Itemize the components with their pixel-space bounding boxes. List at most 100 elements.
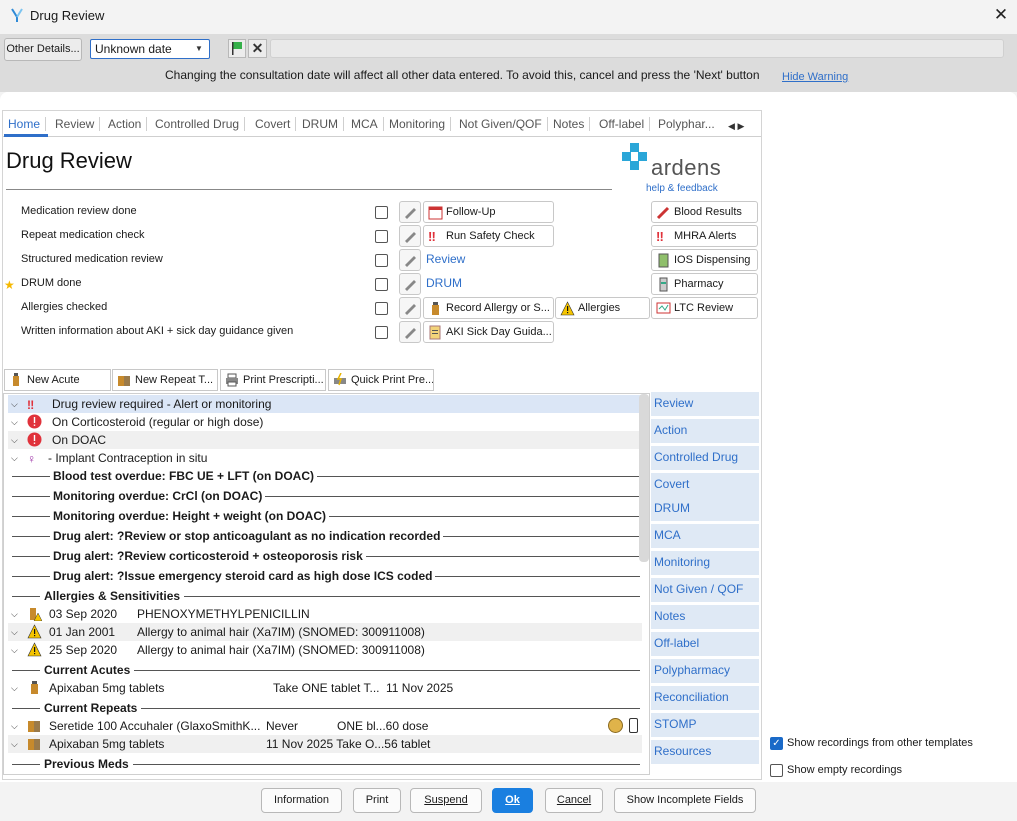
list-item[interactable]: ⌵ Apixaban 5mg tablets Take ONE tablet T..… xyxy=(8,679,642,697)
side-nav-notes[interactable]: Notes xyxy=(651,605,759,629)
date-text-field[interactable] xyxy=(270,39,1004,58)
chevron-down-icon[interactable]: ⌵ xyxy=(11,413,18,431)
list-item[interactable]: ⌵ 25 Sep 2020 Allergy to animal hair (Xa7I… xyxy=(8,641,642,659)
side-nav-action[interactable]: Action xyxy=(651,419,759,443)
cancel-button[interactable]: Cancel xyxy=(545,788,603,813)
mhra-alerts-button[interactable]: ‼ MHRA Alerts xyxy=(651,225,758,247)
list-item[interactable]: ⌵ On DOAC xyxy=(8,431,642,449)
chevron-down-icon[interactable]: ⌵ xyxy=(11,717,18,735)
cancel-date-icon[interactable]: ✕ xyxy=(248,39,267,58)
flag-icon[interactable] xyxy=(228,39,246,58)
chevron-down-icon[interactable]: ⌵ xyxy=(11,679,18,697)
pencil-icon[interactable] xyxy=(399,225,421,247)
print-button[interactable]: Print xyxy=(353,788,401,813)
tab-off-label[interactable]: Off-label xyxy=(599,117,651,131)
alert-row[interactable]: Monitoring overdue: CrCl (on DOAC) xyxy=(50,487,266,505)
chevron-down-icon[interactable]: ⌵ xyxy=(11,641,18,659)
alert-row[interactable]: Drug alert: ?Review corticosteroid + ost… xyxy=(50,547,366,565)
side-nav-off-label[interactable]: Off-label xyxy=(651,632,759,656)
blood-results-button[interactable]: Blood Results xyxy=(651,201,758,223)
record-allergy-button[interactable]: Record Allergy or S... xyxy=(423,297,554,319)
pencil-icon[interactable] xyxy=(399,201,421,223)
allergies-button[interactable]: Allergies xyxy=(555,297,650,319)
side-nav-review[interactable]: Review xyxy=(651,392,759,416)
chevron-down-icon[interactable]: ⌵ xyxy=(11,431,18,449)
tab-scroll-arrows[interactable]: ◀ ▶ xyxy=(728,121,760,135)
print-prescription-button[interactable]: Print Prescripti... xyxy=(220,369,326,391)
side-nav-not-given-qof[interactable]: Not Given / QOF xyxy=(651,578,759,602)
ios-dispensing-button[interactable]: IOS Dispensing xyxy=(651,249,758,271)
aki-sick-day-button[interactable]: AKI Sick Day Guida... xyxy=(423,321,554,343)
chevron-down-icon[interactable]: ⌵ xyxy=(11,395,18,413)
new-acute-button[interactable]: New Acute xyxy=(4,369,111,391)
list-item[interactable]: ⌵ ♀ - Implant Contraception in situ xyxy=(8,449,642,467)
tab-review[interactable]: Review xyxy=(55,117,101,131)
follow-up-button[interactable]: Follow-Up xyxy=(423,201,554,223)
chevron-down-icon[interactable]: ⌵ xyxy=(11,449,18,467)
list-item[interactable]: ⌵ On Corticosteroid (regular or high dose… xyxy=(8,413,642,431)
side-nav-stomp[interactable]: STOMP xyxy=(651,713,759,737)
list-item[interactable]: ⌵ Apixaban 5mg tablets 11 Nov 2025 Take O.… xyxy=(8,735,642,753)
chevron-left-icon[interactable]: ◀ xyxy=(728,121,735,131)
side-nav-polypharmacy[interactable]: Polypharmacy xyxy=(651,659,759,683)
side-nav-resources[interactable]: Resources xyxy=(651,740,759,764)
side-nav-reconciliation[interactable]: Reconciliation xyxy=(651,686,759,710)
hide-warning-link[interactable]: Hide Warning xyxy=(782,71,848,83)
list-item[interactable]: ⌵ Seretide 100 Accuhaler (GlaxoSmithK... N… xyxy=(8,717,642,735)
tab-polypharmacy[interactable]: Polyphar... xyxy=(658,117,720,131)
tab-not-given-qof[interactable]: Not Given/QOF xyxy=(459,117,548,131)
tab-home[interactable]: Home xyxy=(8,117,47,131)
show-incomplete-fields-button[interactable]: Show Incomplete Fields xyxy=(614,788,756,813)
ltc-review-button[interactable]: LTC Review xyxy=(651,297,758,319)
tab-monitoring[interactable]: Monitoring xyxy=(389,117,452,131)
other-details-button[interactable]: Other Details... xyxy=(4,38,82,61)
pencil-icon[interactable] xyxy=(399,297,421,319)
chevron-down-icon[interactable]: ⌵ xyxy=(11,605,18,623)
quick-print-button[interactable]: Quick Print Pre... xyxy=(328,369,434,391)
suspend-button[interactable]: Suspend xyxy=(410,788,482,813)
ok-button[interactable]: Ok xyxy=(492,788,533,813)
list-scrollbar[interactable] xyxy=(639,394,649,562)
allergies-checked-checkbox[interactable] xyxy=(375,302,388,315)
medication-review-checkbox[interactable] xyxy=(375,206,388,219)
pencil-icon[interactable] xyxy=(399,249,421,271)
drum-link[interactable]: DRUM xyxy=(426,276,462,290)
consultation-date-select[interactable]: Unknown date xyxy=(90,39,210,59)
chevron-down-icon[interactable]: ⌵ xyxy=(11,735,18,753)
run-safety-check-button[interactable]: ‼ Run Safety Check xyxy=(423,225,554,247)
chevron-down-icon[interactable]: ⌵ xyxy=(11,623,18,641)
drum-done-checkbox[interactable] xyxy=(375,278,388,291)
side-nav-mca[interactable]: MCA xyxy=(651,524,759,548)
tab-drum[interactable]: DRUM xyxy=(302,117,344,131)
structured-review-checkbox[interactable] xyxy=(375,254,388,267)
new-repeat-button[interactable]: New Repeat T... xyxy=(112,369,218,391)
information-button[interactable]: Information xyxy=(261,788,342,813)
repeat-check-checkbox[interactable] xyxy=(375,230,388,243)
chevron-right-icon[interactable]: ▶ xyxy=(737,121,744,131)
alert-row[interactable]: Drug alert: ?Issue emergency steroid car… xyxy=(50,567,436,585)
list-item[interactable]: ⌵ ‼ Drug review required - Alert or monito… xyxy=(8,395,642,413)
pharmacy-button[interactable]: Pharmacy xyxy=(651,273,758,295)
side-nav-drum[interactable]: DRUM xyxy=(651,497,759,521)
pencil-icon[interactable] xyxy=(399,273,421,295)
alert-row[interactable]: Blood test overdue: FBC UE + LFT (on DOA… xyxy=(50,467,317,485)
show-other-templates-checkbox[interactable]: ✓ xyxy=(770,737,783,750)
tab-covert[interactable]: Covert xyxy=(255,117,297,131)
tab-notes[interactable]: Notes xyxy=(553,117,591,131)
show-empty-recordings-checkbox[interactable] xyxy=(770,764,783,777)
aki-info-checkbox[interactable] xyxy=(375,326,388,339)
list-item[interactable]: ⌵ 03 Sep 2020 PHENOXYMETHYLPENICILLIN xyxy=(8,605,642,623)
tab-mca[interactable]: MCA xyxy=(351,117,384,131)
tab-action[interactable]: Action xyxy=(108,117,148,131)
close-icon[interactable]: ✕ xyxy=(990,4,1012,26)
alert-row[interactable]: Monitoring overdue: Height + weight (on … xyxy=(50,507,329,525)
tab-controlled-drug[interactable]: Controlled Drug xyxy=(155,117,246,131)
help-feedback-link[interactable]: help & feedback xyxy=(646,183,718,194)
side-nav-monitoring[interactable]: Monitoring xyxy=(651,551,759,575)
pencil-icon[interactable] xyxy=(399,321,421,343)
side-nav-controlled-drug[interactable]: Controlled Drug xyxy=(651,446,759,470)
list-item[interactable]: ⌵ 01 Jan 2001 Allergy to animal hair (Xa7I… xyxy=(8,623,642,641)
side-nav-covert[interactable]: Covert xyxy=(651,473,759,497)
alert-row[interactable]: Drug alert: ?Review or stop anticoagulan… xyxy=(50,527,444,545)
review-link[interactable]: Review xyxy=(426,252,465,266)
